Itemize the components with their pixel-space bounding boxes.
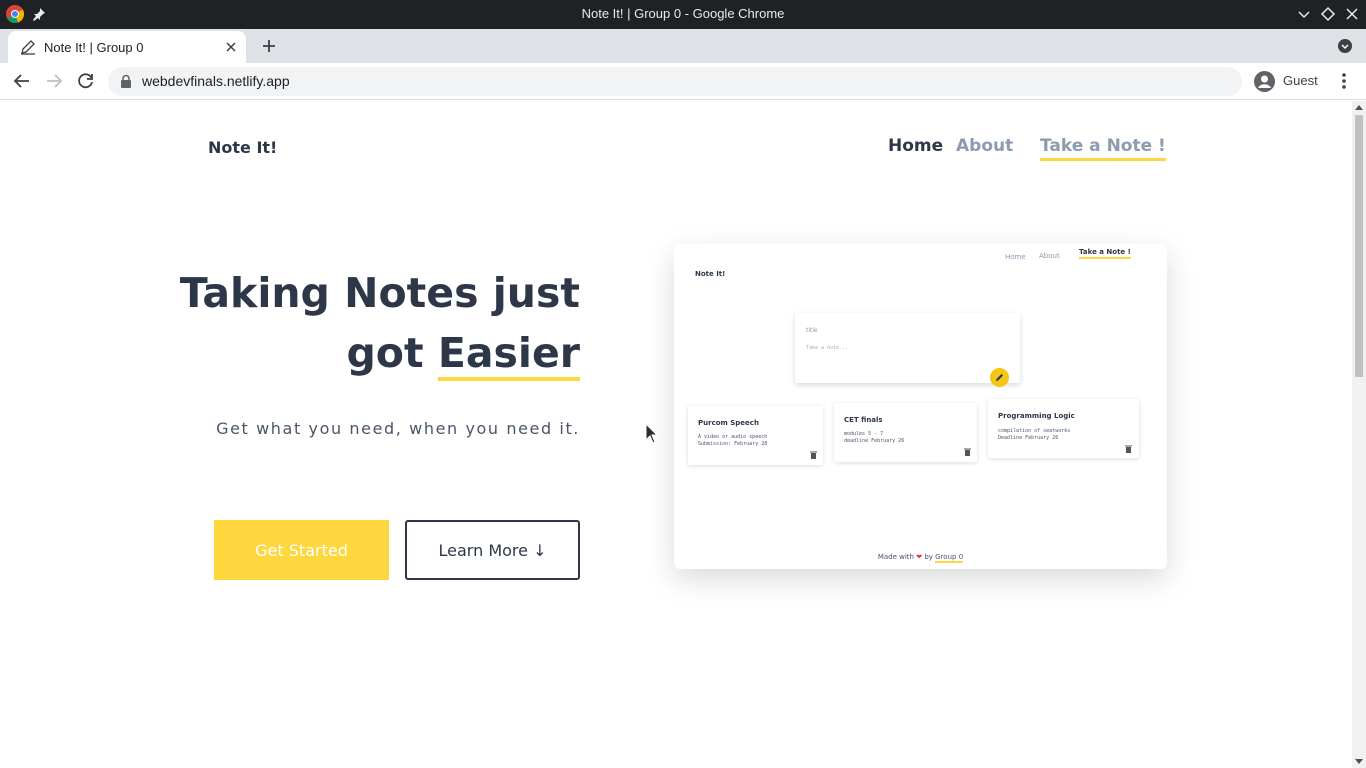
- close-window-icon[interactable]: [1344, 6, 1360, 22]
- preview-footer-by: by: [924, 553, 933, 561]
- hero-heading-line1: Taking Notes just: [179, 269, 580, 317]
- hero-heading-line2: got Easier: [346, 329, 580, 381]
- reload-icon[interactable]: [77, 72, 95, 90]
- site-brand-logo[interactable]: Note It!: [208, 138, 277, 157]
- get-started-button[interactable]: Get Started: [214, 520, 389, 580]
- forward-arrow-icon[interactable]: [45, 72, 63, 90]
- back-arrow-icon[interactable]: [13, 72, 31, 90]
- tab-search-icon[interactable]: [1338, 39, 1352, 53]
- page-scrollbar[interactable]: [1352, 101, 1366, 768]
- scroll-down-icon[interactable]: [1355, 759, 1363, 764]
- nav-about-link[interactable]: About: [956, 136, 1013, 156]
- trash-icon: [1125, 445, 1132, 453]
- pencil-icon: [990, 368, 1009, 387]
- preview-note-form: title Take a note...: [795, 313, 1020, 383]
- preview-card-line: modules 5 - 7: [844, 431, 884, 437]
- preview-nav-take-note: Take a Note !: [1079, 248, 1131, 259]
- trash-icon: [964, 448, 971, 456]
- new-tab-icon[interactable]: [260, 37, 278, 55]
- menu-kebab-icon[interactable]: [1336, 72, 1352, 90]
- heart-icon: ❤: [916, 553, 923, 561]
- tab-title: Note It! | Group 0: [44, 40, 144, 55]
- preview-nav-home: Home: [1005, 253, 1026, 261]
- url-text[interactable]: webdevfinals.netlify.app: [142, 73, 290, 89]
- scrollbar-thumb[interactable]: [1355, 115, 1363, 377]
- preview-card-line: deadline February 26: [844, 438, 905, 444]
- avatar-icon: [1254, 71, 1275, 92]
- nav-home-link[interactable]: Home: [888, 136, 943, 156]
- preview-footer-prefix: Made with: [877, 553, 914, 561]
- minimize-icon[interactable]: [1296, 6, 1312, 22]
- mouse-cursor-icon: [645, 423, 659, 444]
- hero-highlight-word: Easier: [437, 329, 580, 381]
- trash-icon: [810, 451, 817, 459]
- preview-card-title: CET finals: [844, 416, 883, 424]
- hero-heading-prefix: got: [346, 329, 438, 377]
- nav-take-note-link[interactable]: Take a Note !: [1040, 136, 1166, 161]
- note-pencil-icon: [21, 40, 35, 55]
- preview-card-line: A video or audio speech: [698, 434, 768, 440]
- profile-button[interactable]: Guest: [1250, 67, 1327, 96]
- preview-card-line: Deadline February 26: [998, 435, 1059, 441]
- preview-card-line: Submission: February 28: [698, 441, 768, 447]
- preview-note-card: Programming Logic compilation of seatwor…: [988, 399, 1139, 458]
- preview-card-title: Purcom Speech: [698, 419, 759, 427]
- page-viewport: Note It! Home About Take a Note ! Taking…: [0, 101, 1352, 768]
- lock-icon[interactable]: [120, 75, 132, 88]
- browser-toolbar: webdevfinals.netlify.app Guest: [0, 63, 1366, 100]
- learn-more-button[interactable]: Learn More ↓: [405, 520, 580, 580]
- app-preview-image: Note It! Home About Take a Note ! title …: [674, 244, 1167, 569]
- preview-footer: Made with ❤ by Group 0: [674, 553, 1167, 563]
- tab-strip: Note It! | Group 0: [0, 29, 1366, 63]
- preview-footer-group: Group 0: [935, 553, 964, 563]
- scroll-up-icon[interactable]: [1355, 105, 1363, 110]
- preview-nav-about: About: [1039, 252, 1060, 260]
- preview-form-title: title: [806, 327, 818, 334]
- preview-note-card: CET finals modules 5 - 7 deadline Februa…: [834, 403, 977, 462]
- preview-form-placeholder: Take a note...: [806, 345, 849, 351]
- tab-note-it[interactable]: Note It! | Group 0: [8, 31, 246, 63]
- preview-brand: Note It!: [695, 270, 726, 278]
- hero-tagline: Get what you need, when you need it.: [216, 419, 580, 438]
- address-bar[interactable]: webdevfinals.netlify.app: [108, 67, 1242, 96]
- window-titlebar: Note It! | Group 0 - Google Chrome: [0, 0, 1366, 29]
- preview-note-card: Purcom Speech A video or audio speech Su…: [688, 406, 823, 465]
- window-title: Note It! | Group 0 - Google Chrome: [581, 6, 785, 21]
- profile-label: Guest: [1283, 73, 1318, 88]
- close-tab-icon[interactable]: [224, 40, 238, 54]
- maximize-icon[interactable]: [1320, 6, 1336, 22]
- preview-card-title: Programming Logic: [998, 412, 1075, 420]
- preview-card-line: compilation of seatworks: [998, 428, 1071, 434]
